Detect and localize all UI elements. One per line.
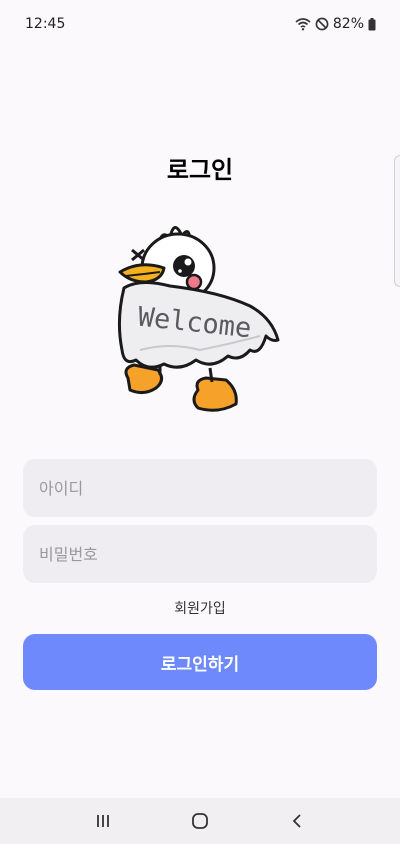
signup-link[interactable]: 회원가입 [0, 598, 400, 618]
home-icon [192, 813, 208, 829]
duck-feet [124, 363, 238, 412]
id-input[interactable] [23, 459, 377, 517]
status-time: 12:45 [25, 16, 66, 32]
status-bar: 12:45 82% [0, 0, 400, 48]
do-not-disturb-icon [315, 17, 329, 31]
recent-apps-icon [97, 815, 110, 827]
status-icons: 82% [295, 16, 376, 32]
home-button[interactable] [180, 801, 220, 841]
password-input[interactable] [23, 525, 377, 583]
back-icon [292, 814, 301, 828]
recent-apps-button[interactable] [83, 801, 123, 841]
login-button[interactable]: 로그인하기 [23, 634, 377, 690]
back-button[interactable] [277, 801, 317, 841]
edge-panel-handle[interactable] [394, 155, 400, 287]
wifi-icon [295, 18, 311, 31]
duck-ghost-mascot: Welcome [117, 226, 280, 412]
navigation-bar [0, 798, 400, 844]
battery-icon [368, 17, 376, 30]
battery-percent: 82% [332, 16, 364, 32]
page-title: 로그인 [166, 156, 234, 184]
